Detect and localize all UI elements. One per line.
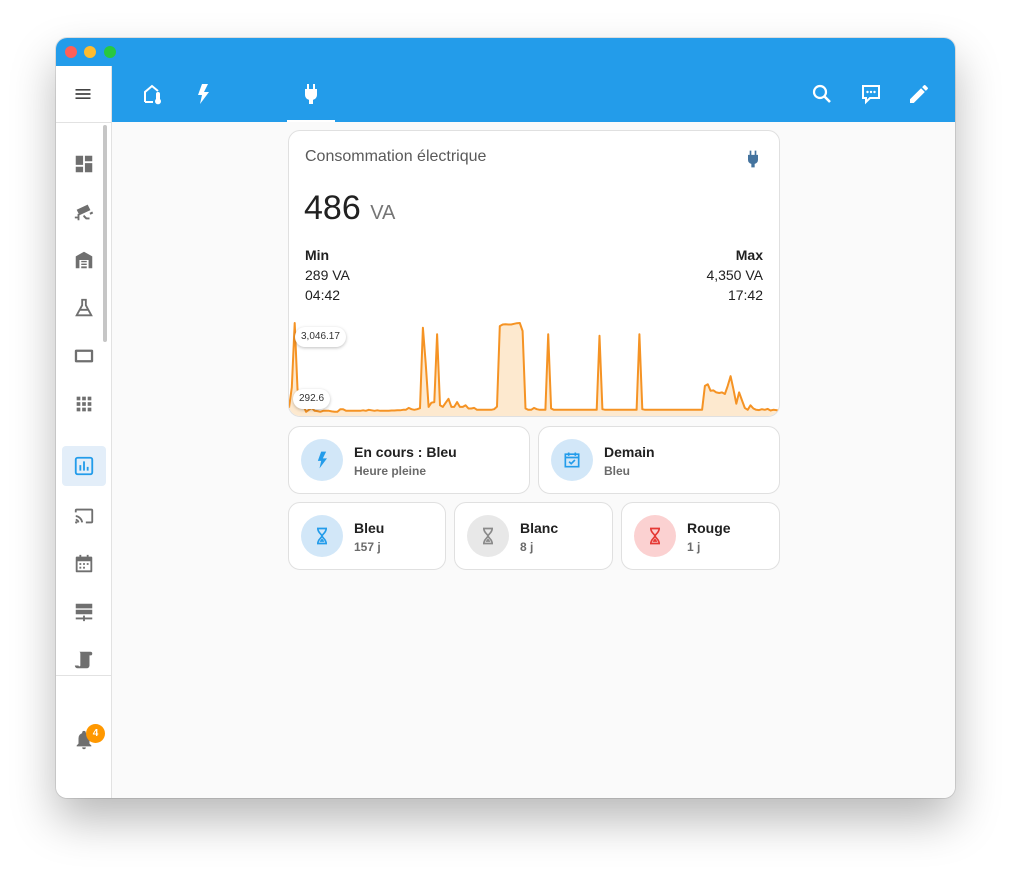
tile-title: Blanc bbox=[520, 520, 559, 536]
sidebar-item-dashboard[interactable] bbox=[62, 144, 106, 184]
title-bar bbox=[56, 38, 955, 66]
hamburger-menu-icon bbox=[75, 89, 91, 99]
top-toolbar bbox=[112, 66, 955, 122]
home-thermometer-icon bbox=[144, 84, 161, 105]
current-power-value: 486 VA bbox=[304, 189, 395, 228]
tile-subtitle: Heure pleine bbox=[354, 464, 427, 478]
energy-consumption-card[interactable]: Consommation électrique 486 VA Min 289 V… bbox=[288, 130, 780, 417]
calendar-icon bbox=[75, 554, 93, 573]
sidebar-item-cast[interactable] bbox=[62, 496, 106, 536]
dashboard-content: Consommation électrique 486 VA Min 289 V… bbox=[112, 122, 955, 798]
chart-max-label: 3,046.17 bbox=[295, 327, 346, 347]
flask-icon bbox=[75, 298, 93, 317]
assist-chat-icon bbox=[862, 85, 880, 105]
cctv-icon bbox=[74, 204, 94, 221]
dashboard-icon bbox=[75, 155, 93, 173]
max-block: Max 4,350 VA 17:42 bbox=[706, 245, 763, 305]
max-label: Max bbox=[735, 247, 763, 263]
tile-title: Rouge bbox=[687, 520, 731, 536]
tile-subtitle: 1 j bbox=[687, 540, 701, 554]
tile-title: Bleu bbox=[354, 520, 385, 536]
chart-min-label: 292.6 bbox=[293, 389, 331, 409]
current-power-number: 486 bbox=[304, 189, 361, 227]
tile-icon-circle bbox=[634, 515, 676, 557]
tile-title: Demain bbox=[604, 444, 655, 460]
assist-button[interactable] bbox=[851, 66, 891, 122]
minimize-window-button[interactable] bbox=[84, 46, 96, 58]
apps-grid-icon bbox=[76, 396, 92, 412]
server-network-icon bbox=[75, 603, 93, 622]
tile-icon-circle bbox=[551, 439, 593, 481]
edit-dashboard-button[interactable] bbox=[899, 66, 939, 122]
tile-subtitle: 157 j bbox=[354, 540, 381, 554]
sidebar-divider bbox=[56, 675, 111, 676]
sidebar: 4 bbox=[56, 66, 112, 798]
hourglass-icon bbox=[650, 527, 660, 545]
notification-count-badge: 4 bbox=[86, 724, 105, 743]
sidebar-item-tablet[interactable] bbox=[62, 336, 106, 376]
current-power-unit: VA bbox=[370, 202, 396, 224]
search-button[interactable] bbox=[802, 66, 842, 122]
max-time: 17:42 bbox=[727, 287, 763, 303]
tile-icon-circle bbox=[301, 515, 343, 557]
max-value: 4,350 VA bbox=[706, 267, 763, 283]
tile-days-rouge[interactable]: Rouge 1 j bbox=[621, 502, 780, 570]
cast-icon bbox=[74, 508, 94, 524]
min-time: 04:42 bbox=[305, 287, 341, 303]
chart-area-fill bbox=[289, 323, 779, 416]
min-block: Min 289 VA 04:42 bbox=[305, 245, 350, 305]
sidebar-menu-button[interactable] bbox=[56, 66, 111, 123]
hourglass-icon bbox=[483, 527, 493, 545]
sidebar-item-calendar[interactable] bbox=[62, 544, 106, 584]
sidebar-item-garage[interactable] bbox=[62, 240, 106, 280]
min-label: Min bbox=[305, 247, 330, 263]
tab-power[interactable] bbox=[287, 66, 335, 122]
pencil-edit-icon bbox=[910, 84, 928, 103]
tile-subtitle: 8 j bbox=[520, 540, 534, 554]
power-history-chart[interactable] bbox=[289, 321, 779, 417]
tab-climate[interactable] bbox=[129, 66, 177, 122]
sidebar-item-cctv[interactable] bbox=[62, 192, 106, 232]
flash-icon bbox=[317, 451, 327, 469]
calendar-check-icon bbox=[564, 452, 580, 468]
sidebar-item-script[interactable] bbox=[62, 640, 106, 680]
zoom-window-button[interactable] bbox=[104, 46, 116, 58]
tablet-icon bbox=[74, 349, 94, 363]
power-plug-icon bbox=[305, 84, 317, 104]
power-plug-icon bbox=[743, 149, 763, 174]
card-title: Consommation électrique bbox=[305, 148, 487, 165]
hourglass-icon bbox=[317, 527, 327, 545]
tile-days-bleu[interactable]: Bleu 157 j bbox=[288, 502, 446, 570]
close-window-button[interactable] bbox=[65, 46, 77, 58]
app-window: 4 Consommation électrique 486 VA Min 289… bbox=[56, 38, 955, 798]
tile-title: En cours : Bleu bbox=[354, 444, 457, 460]
garage-icon bbox=[75, 251, 93, 269]
tile-subtitle: Bleu bbox=[604, 464, 631, 478]
tile-current-period[interactable]: En cours : Bleu Heure pleine bbox=[288, 426, 530, 494]
lightning-bolt-icon bbox=[198, 84, 209, 104]
sidebar-item-energy[interactable] bbox=[62, 446, 106, 486]
tab-electricity[interactable] bbox=[179, 66, 227, 122]
sidebar-item-server[interactable] bbox=[62, 592, 106, 632]
tile-icon-circle bbox=[301, 439, 343, 481]
search-icon bbox=[812, 84, 831, 103]
tile-days-blanc[interactable]: Blanc 8 j bbox=[454, 502, 613, 570]
script-icon bbox=[74, 651, 93, 669]
sidebar-item-flask[interactable] bbox=[62, 288, 106, 328]
sidebar-item-apps[interactable] bbox=[62, 384, 106, 424]
tile-icon-circle bbox=[467, 515, 509, 557]
tile-tomorrow[interactable]: Demain Bleu bbox=[538, 426, 780, 494]
chart-box-icon bbox=[74, 456, 94, 476]
min-value: 289 VA bbox=[305, 267, 350, 283]
